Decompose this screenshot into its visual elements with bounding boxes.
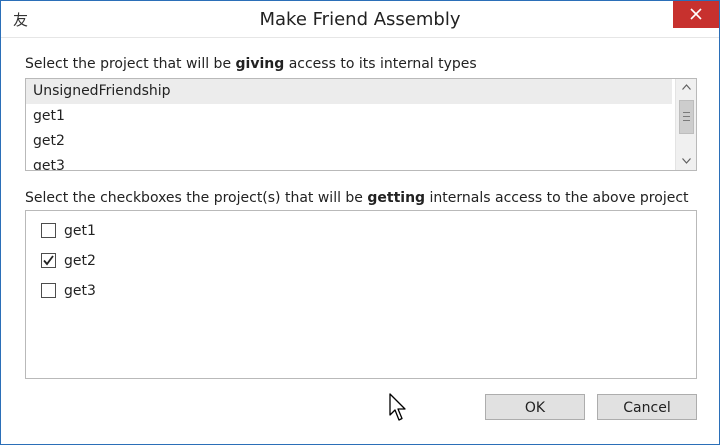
checkbox-label-get2: get2	[64, 253, 96, 269]
scroll-thumb-grip	[683, 112, 690, 121]
getting-projects-label: Select the checkboxes the project(s) tha…	[25, 190, 689, 206]
checkmark-icon	[43, 255, 54, 266]
giving-project-label: Select the project that will be giving a…	[25, 56, 477, 72]
ok-button[interactable]: OK	[485, 394, 585, 420]
title-bar: 友 Make Friend Assembly	[1, 1, 719, 38]
getting-label-suffix: internals access to the above project	[425, 190, 689, 206]
list-item-get2[interactable]: get2	[26, 129, 672, 154]
chevron-up-icon	[681, 84, 691, 90]
getting-projects-panel: get1 get2 get3	[25, 210, 697, 379]
close-button[interactable]	[673, 1, 719, 28]
window-title: Make Friend Assembly	[259, 9, 461, 30]
make-friend-assembly-dialog: 友 Make Friend Assembly Select the projec…	[0, 0, 720, 445]
giving-label-prefix: Select the project that will be	[25, 56, 236, 72]
getting-label-prefix: Select the checkboxes the project(s) tha…	[25, 190, 368, 206]
list-item-get1[interactable]: get1	[26, 104, 672, 129]
cancel-button[interactable]: Cancel	[597, 394, 697, 420]
checkbox-get3[interactable]	[41, 283, 56, 298]
checkbox-label-get3: get3	[64, 283, 96, 299]
scroll-thumb[interactable]	[679, 100, 694, 134]
chevron-down-icon	[681, 158, 691, 164]
listbox-scrollbar[interactable]	[675, 79, 696, 170]
giving-label-bold: giving	[235, 56, 285, 72]
checkbox-get1[interactable]	[41, 223, 56, 238]
getting-label-bold: getting	[367, 190, 426, 206]
giving-project-listbox[interactable]: UnsignedFriendship get1 get2 get3	[25, 78, 697, 171]
list-item-get3[interactable]: get3	[26, 154, 672, 170]
close-icon	[690, 8, 702, 20]
scroll-down-button[interactable]	[676, 153, 696, 170]
list-item-unsignedfriendship[interactable]: UnsignedFriendship	[26, 79, 672, 104]
giving-project-items: UnsignedFriendship get1 get2 get3	[26, 79, 672, 170]
mouse-pointer-icon	[389, 393, 406, 421]
scroll-up-button[interactable]	[676, 79, 696, 96]
checkbox-get2[interactable]	[41, 253, 56, 268]
checkbox-label-get1: get1	[64, 223, 96, 239]
giving-label-suffix: access to its internal types	[284, 56, 477, 72]
